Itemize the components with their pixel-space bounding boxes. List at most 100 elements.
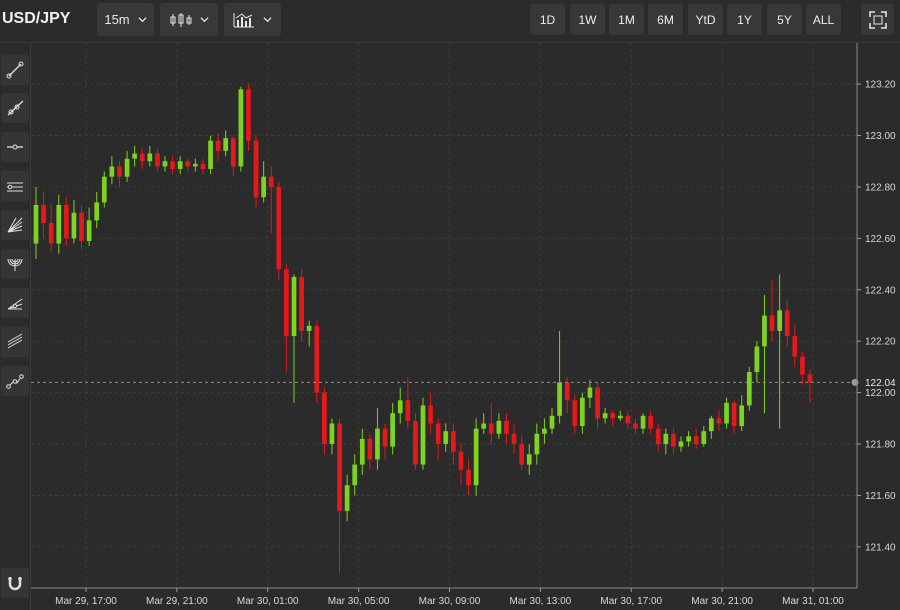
candle-body bbox=[208, 140, 213, 169]
candle-body bbox=[542, 428, 547, 434]
candle bbox=[147, 145, 153, 167]
candle bbox=[709, 415, 714, 439]
candle bbox=[595, 382, 600, 429]
candle-body bbox=[94, 202, 100, 221]
candle bbox=[291, 274, 297, 403]
candle bbox=[739, 395, 745, 432]
candle-body bbox=[678, 441, 684, 447]
candle-body bbox=[595, 387, 600, 419]
candle-body bbox=[473, 428, 479, 486]
candle-body bbox=[177, 161, 183, 169]
candle-body bbox=[291, 276, 297, 337]
candle bbox=[784, 300, 790, 347]
candle-body bbox=[511, 433, 517, 445]
candle bbox=[526, 444, 532, 475]
candle-body bbox=[526, 454, 532, 465]
candle-body bbox=[488, 423, 494, 434]
candle bbox=[170, 156, 175, 175]
candle-body bbox=[617, 415, 623, 419]
candle bbox=[580, 392, 585, 434]
candle-body bbox=[549, 415, 555, 429]
candle-body bbox=[428, 405, 433, 424]
candle bbox=[731, 400, 737, 434]
candle bbox=[762, 294, 767, 414]
x-tick-label: Mar 30, 01:00 bbox=[237, 596, 299, 607]
y-tick-label: 122.60 bbox=[865, 234, 896, 245]
candle bbox=[223, 130, 229, 157]
candle-body bbox=[807, 374, 813, 383]
candle bbox=[746, 366, 752, 411]
candle bbox=[132, 145, 137, 167]
candle-body bbox=[382, 428, 388, 447]
candle-body bbox=[564, 382, 570, 401]
candle-body bbox=[86, 220, 92, 241]
candle bbox=[633, 418, 638, 434]
candle-body bbox=[435, 423, 441, 445]
candle-body bbox=[124, 158, 130, 177]
candle-body bbox=[686, 436, 691, 442]
candle-body bbox=[754, 346, 760, 373]
candle bbox=[413, 413, 418, 470]
x-tick-label: Mar 30, 21:00 bbox=[691, 596, 753, 607]
candle bbox=[481, 413, 487, 434]
candle-body bbox=[253, 140, 259, 198]
candle bbox=[139, 148, 145, 169]
candle bbox=[329, 418, 335, 455]
candle bbox=[299, 269, 304, 342]
y-tick-label: 122.00 bbox=[865, 388, 896, 399]
candle bbox=[678, 436, 684, 452]
candle bbox=[663, 428, 669, 455]
candle bbox=[200, 158, 206, 175]
candle bbox=[610, 410, 616, 427]
candle bbox=[807, 369, 813, 403]
candle bbox=[693, 428, 699, 450]
candle-body bbox=[299, 276, 304, 331]
candle-body bbox=[739, 405, 745, 427]
candle bbox=[41, 192, 46, 239]
candle-body bbox=[155, 153, 160, 167]
candle-body bbox=[337, 423, 342, 511]
candle bbox=[655, 423, 661, 452]
candle-body bbox=[458, 451, 464, 470]
candle bbox=[754, 341, 760, 383]
candle bbox=[443, 423, 449, 452]
price-chart[interactable]: 122.04 121.40 121.60 121.80 122.00 122.20 122… bbox=[0, 0, 900, 610]
y-tick-label: 123.20 bbox=[865, 80, 896, 91]
candle bbox=[792, 325, 798, 367]
candle-body bbox=[48, 222, 54, 244]
candle-body bbox=[587, 387, 593, 398]
candle-body bbox=[367, 438, 373, 460]
candle-body bbox=[724, 402, 729, 424]
candle bbox=[162, 156, 168, 172]
candle-body bbox=[64, 204, 69, 239]
x-tick-label: Mar 30, 13:00 bbox=[510, 596, 572, 607]
candle-body bbox=[375, 428, 380, 460]
candle-body bbox=[215, 140, 221, 151]
candle bbox=[458, 444, 464, 486]
y-tick-label: 122.80 bbox=[865, 182, 896, 193]
candle bbox=[230, 135, 236, 177]
x-tick-label: Mar 30, 05:00 bbox=[328, 596, 390, 607]
candle-body bbox=[230, 138, 236, 167]
candle bbox=[420, 397, 426, 470]
candle bbox=[276, 181, 282, 280]
candle-body bbox=[56, 204, 62, 244]
candles bbox=[33, 84, 813, 573]
x-tick-label: Mar 29, 21:00 bbox=[146, 596, 208, 607]
candle bbox=[375, 408, 380, 470]
candle-body bbox=[633, 423, 638, 429]
candle-body bbox=[663, 433, 669, 445]
y-tick-label: 121.80 bbox=[865, 440, 896, 451]
candle-body bbox=[413, 420, 418, 465]
y-tick-label: 123.00 bbox=[865, 131, 896, 142]
candle bbox=[109, 156, 115, 185]
candle bbox=[473, 418, 479, 496]
candle bbox=[306, 320, 312, 347]
candle-body bbox=[306, 325, 312, 331]
candle bbox=[769, 279, 775, 342]
candle bbox=[359, 428, 365, 475]
chart-overlays: 122.04 bbox=[31, 378, 896, 389]
candle-body bbox=[101, 176, 107, 203]
candle-body bbox=[41, 204, 46, 223]
candle bbox=[79, 204, 84, 249]
